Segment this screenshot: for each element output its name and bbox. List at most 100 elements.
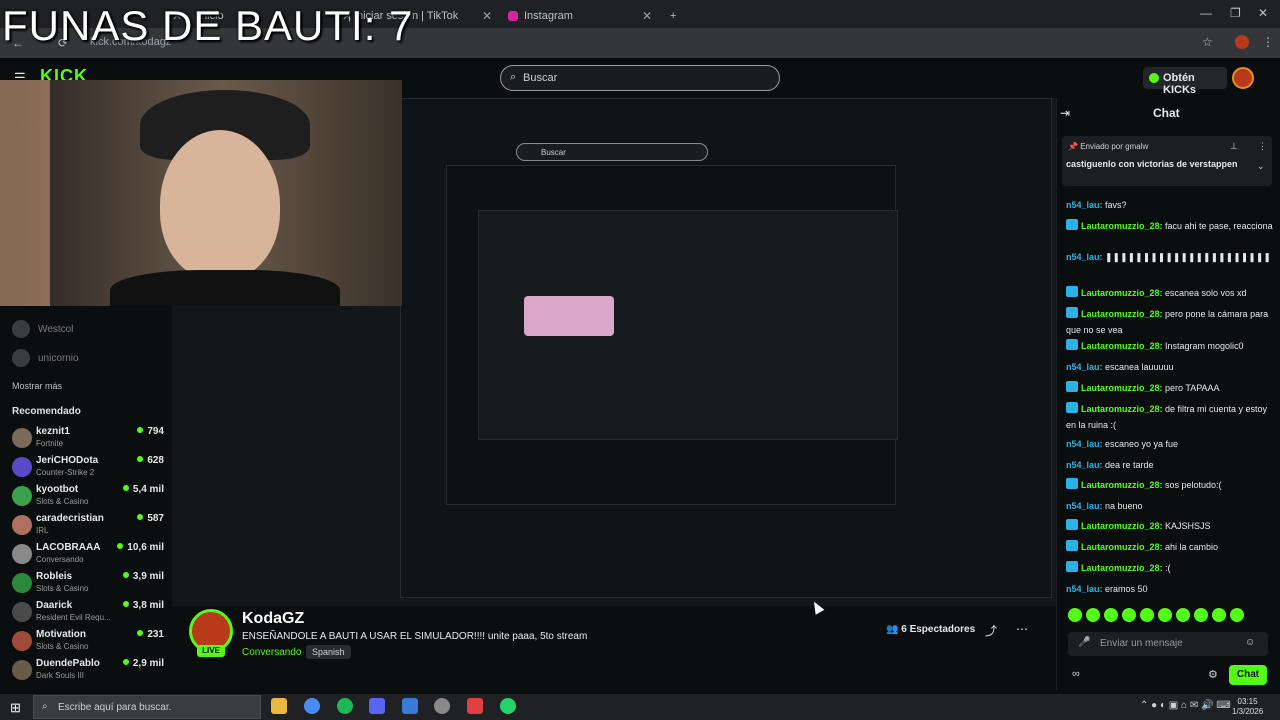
app-icon[interactable] — [467, 698, 483, 714]
sidebar-item-jerichodota[interactable]: JeriCHODota Counter-Strike 2 628 — [12, 453, 164, 481]
chat-username[interactable]: n54_lau: — [1066, 584, 1103, 594]
chat-username[interactable]: Lautaromuzzio_28: — [1081, 404, 1163, 414]
subscriber-badge-icon — [1066, 478, 1078, 489]
pinned-more-icon[interactable]: ⋮ — [1258, 141, 1267, 152]
tab-label: Instagram — [524, 10, 573, 22]
get-kicks-button[interactable]: Obtén KICKs — [1143, 67, 1227, 96]
avatar — [12, 428, 32, 448]
minimize-icon[interactable]: — — [1200, 6, 1212, 20]
browser-menu-icon[interactable]: ⋮ — [1262, 35, 1274, 49]
user-avatar[interactable] — [1232, 67, 1254, 89]
sidebar-offline-unicornio[interactable]: unicornio — [12, 348, 79, 368]
chat-username[interactable]: Lautaromuzzio_28: — [1081, 288, 1163, 298]
chat-username[interactable]: Lautaromuzzio_28: — [1081, 521, 1163, 531]
stream-category[interactable]: Conversando — [242, 647, 301, 658]
kick-coin-icon — [1149, 73, 1159, 83]
channel-name: LACOBRAAA — [36, 542, 101, 553]
streamer-name[interactable]: KodaGZ — [242, 610, 304, 628]
emote-bar — [1068, 608, 1268, 624]
chat-username[interactable]: n54_lau: — [1066, 501, 1103, 511]
emote-icon[interactable] — [1176, 608, 1190, 622]
emote-icon[interactable] — [1122, 608, 1136, 622]
windows-start-icon[interactable]: ⊞ — [10, 700, 21, 716]
viewers-icon: 👥 — [886, 624, 902, 635]
chrome-icon[interactable] — [304, 698, 320, 714]
chat-message: n54_lau: dea re tarde — [1066, 457, 1274, 473]
bookmark-star-icon[interactable]: ☆ — [1202, 35, 1213, 49]
discord-icon[interactable] — [369, 698, 385, 714]
chat-text: escanea lauuuuu — [1102, 362, 1174, 372]
chat-username[interactable]: n54_lau: — [1066, 200, 1103, 210]
sidebar-item-duendepablo[interactable]: DuendePablo Dark Souls III 2,9 mil — [12, 656, 164, 684]
chat-message: Lautaromuzzio_28: escanea solo vos xd — [1066, 285, 1274, 301]
store-icon[interactable] — [402, 698, 418, 714]
viewer-count: 3,9 mil — [123, 571, 164, 582]
send-chat-button[interactable]: Chat — [1229, 665, 1267, 685]
chat-username[interactable]: Lautaromuzzio_28: — [1081, 480, 1163, 490]
share-icon[interactable]: ⤴ — [985, 622, 997, 639]
sidebar-offline-westcol[interactable]: Westcol — [12, 319, 73, 339]
close-tab-icon[interactable]: ✕ — [482, 9, 492, 23]
emote-icon[interactable] — [1068, 608, 1082, 622]
chat-username[interactable]: n54_lau: — [1066, 439, 1103, 449]
emote-icon[interactable] — [1230, 608, 1244, 622]
chat-text: facu ahi te pase, reacciona — [1162, 221, 1273, 231]
infinity-icon[interactable]: ∞ — [1072, 668, 1080, 680]
emote-icon[interactable] — [1086, 608, 1100, 622]
emote-icon[interactable] — [1212, 608, 1226, 622]
chat-message: Lautaromuzzio_28: pero TAPAAA — [1066, 380, 1274, 396]
chat-username[interactable]: Lautaromuzzio_28: — [1081, 221, 1163, 231]
spotify-icon[interactable] — [337, 698, 353, 714]
chat-username[interactable]: n54_lau: — [1066, 460, 1103, 470]
chat-username[interactable]: Lautaromuzzio_28: — [1081, 383, 1163, 393]
file-explorer-icon[interactable] — [271, 698, 287, 714]
collapse-chat-icon[interactable]: ⇥ — [1060, 106, 1070, 120]
sidebar-item-motivation[interactable]: Motivation Slots & Casino 231 — [12, 627, 164, 655]
live-badge: LIVE — [197, 645, 225, 657]
sidebar-item-daarick[interactable]: Daarick Resident Evil Requ... 3,8 mil — [12, 598, 164, 626]
unpin-icon[interactable]: ⊥ — [1230, 141, 1238, 152]
sidebar-item-keznit1[interactable]: keznit1 Fortnite 794 — [12, 424, 164, 452]
gear-icon[interactable]: ⚙ — [1208, 668, 1218, 681]
system-tray[interactable]: ⌃ ● ◐ ▣ ⌂ ✉ 🔊 ⌨ — [1140, 700, 1231, 711]
chat-username[interactable]: Lautaromuzzio_28: — [1081, 542, 1163, 552]
emoji-icon[interactable]: ☺ — [1245, 637, 1255, 648]
more-options-icon[interactable]: ⋯ — [1016, 622, 1028, 636]
viewer-count: 3,8 mil — [123, 600, 164, 611]
taskbar-search-input[interactable]: ⌕ Escribe aquí para buscar. — [33, 695, 261, 719]
stream-language-tag[interactable]: Spanish — [306, 645, 351, 659]
show-more-link[interactable]: Mostrar más — [12, 381, 62, 391]
channel-category: Conversando — [36, 555, 84, 564]
chat-username[interactable]: Lautaromuzzio_28: — [1081, 563, 1163, 573]
profile-avatar[interactable] — [1235, 35, 1249, 49]
microphone-icon[interactable]: 🎤 — [1078, 637, 1090, 648]
emote-icon[interactable] — [1104, 608, 1118, 622]
close-window-icon[interactable]: ✕ — [1258, 6, 1268, 20]
steam-icon[interactable] — [434, 698, 450, 714]
browser-tab-instagram[interactable]: Instagram ✕ — [500, 4, 660, 28]
sidebar-item-caradecristian[interactable]: caradecristian IRL 587 — [12, 511, 164, 539]
chat-username[interactable]: Lautaromuzzio_28: — [1081, 341, 1163, 351]
close-tab-icon[interactable]: ✕ — [642, 9, 652, 23]
chat-message: n54_lau: eramos 50 — [1066, 581, 1274, 597]
subscriber-badge-icon — [1066, 286, 1078, 297]
subscriber-badge-icon — [1066, 540, 1078, 551]
sidebar-item-lacobraaa[interactable]: LACOBRAAA Conversando 10,6 mil — [12, 540, 164, 568]
whatsapp-icon[interactable] — [500, 698, 516, 714]
maximize-icon[interactable]: ❐ — [1230, 6, 1241, 20]
chat-message-input[interactable]: Enviar un mensaje — [1068, 632, 1268, 656]
chat-username[interactable]: Lautaromuzzio_28: — [1081, 309, 1163, 319]
new-tab-button[interactable]: + — [662, 4, 684, 28]
emote-icon[interactable] — [1158, 608, 1172, 622]
taskbar-clock[interactable]: 03:15 1/3/2026 — [1232, 697, 1263, 717]
chat-username[interactable]: n54_lau: — [1066, 362, 1103, 372]
chat-username[interactable]: n54_lau: — [1066, 252, 1103, 262]
sidebar-item-robleis[interactable]: Robleis Slots & Casino 3,9 mil — [12, 569, 164, 597]
chat-text: KAJSHSJS — [1162, 521, 1211, 531]
chevron-down-icon[interactable]: ⌄ — [1257, 161, 1265, 172]
emote-icon[interactable] — [1194, 608, 1208, 622]
emote-icon[interactable] — [1140, 608, 1154, 622]
channel-name: caradecristian — [36, 513, 104, 524]
search-input[interactable]: ⌕ Buscar — [500, 65, 780, 91]
sidebar-item-kyootbot[interactable]: kyootbot Slots & Casino 5,4 mil — [12, 482, 164, 510]
